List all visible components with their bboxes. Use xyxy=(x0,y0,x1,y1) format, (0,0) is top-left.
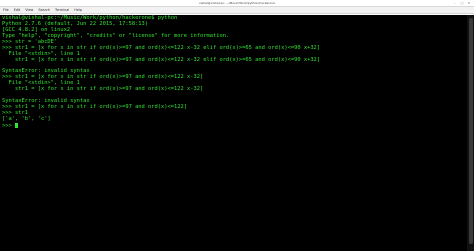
terminal-line: str1 = [x for x in str if ord(x)>=97 and… xyxy=(2,56,321,63)
menu-file[interactable]: File xyxy=(3,8,9,12)
menu-search[interactable]: Search xyxy=(38,8,50,12)
minimize-icon[interactable]: – xyxy=(453,1,457,5)
terminal-output: vishal@vishal-pc:~/Music/Work/python/hac… xyxy=(2,15,321,129)
maximize-icon[interactable]: □ xyxy=(460,1,464,5)
menu-view[interactable]: View xyxy=(25,8,33,12)
menu-bar: File Edit View Search Terminal Help xyxy=(0,7,474,14)
menu-help[interactable]: Help xyxy=(74,8,82,12)
window-title: vishal@vishal-pc: ~/Music/Work/python/ha… xyxy=(199,1,275,5)
terminal-area[interactable]: vishal@vishal-pc:~/Music/Work/python/hac… xyxy=(0,15,474,251)
menu-edit[interactable]: Edit xyxy=(14,8,21,12)
scrollbar-thumb[interactable] xyxy=(469,18,473,244)
window-controls: – □ ✕ xyxy=(453,1,471,5)
terminal-prompt: >>> xyxy=(2,122,15,129)
menu-terminal[interactable]: Terminal xyxy=(55,8,69,12)
window-titlebar[interactable]: vishal@vishal-pc: ~/Music/Work/python/ha… xyxy=(0,0,474,7)
close-icon[interactable]: ✕ xyxy=(467,1,471,5)
text-cursor xyxy=(14,122,19,128)
terminal-prompt-line[interactable]: >>> xyxy=(2,122,320,129)
